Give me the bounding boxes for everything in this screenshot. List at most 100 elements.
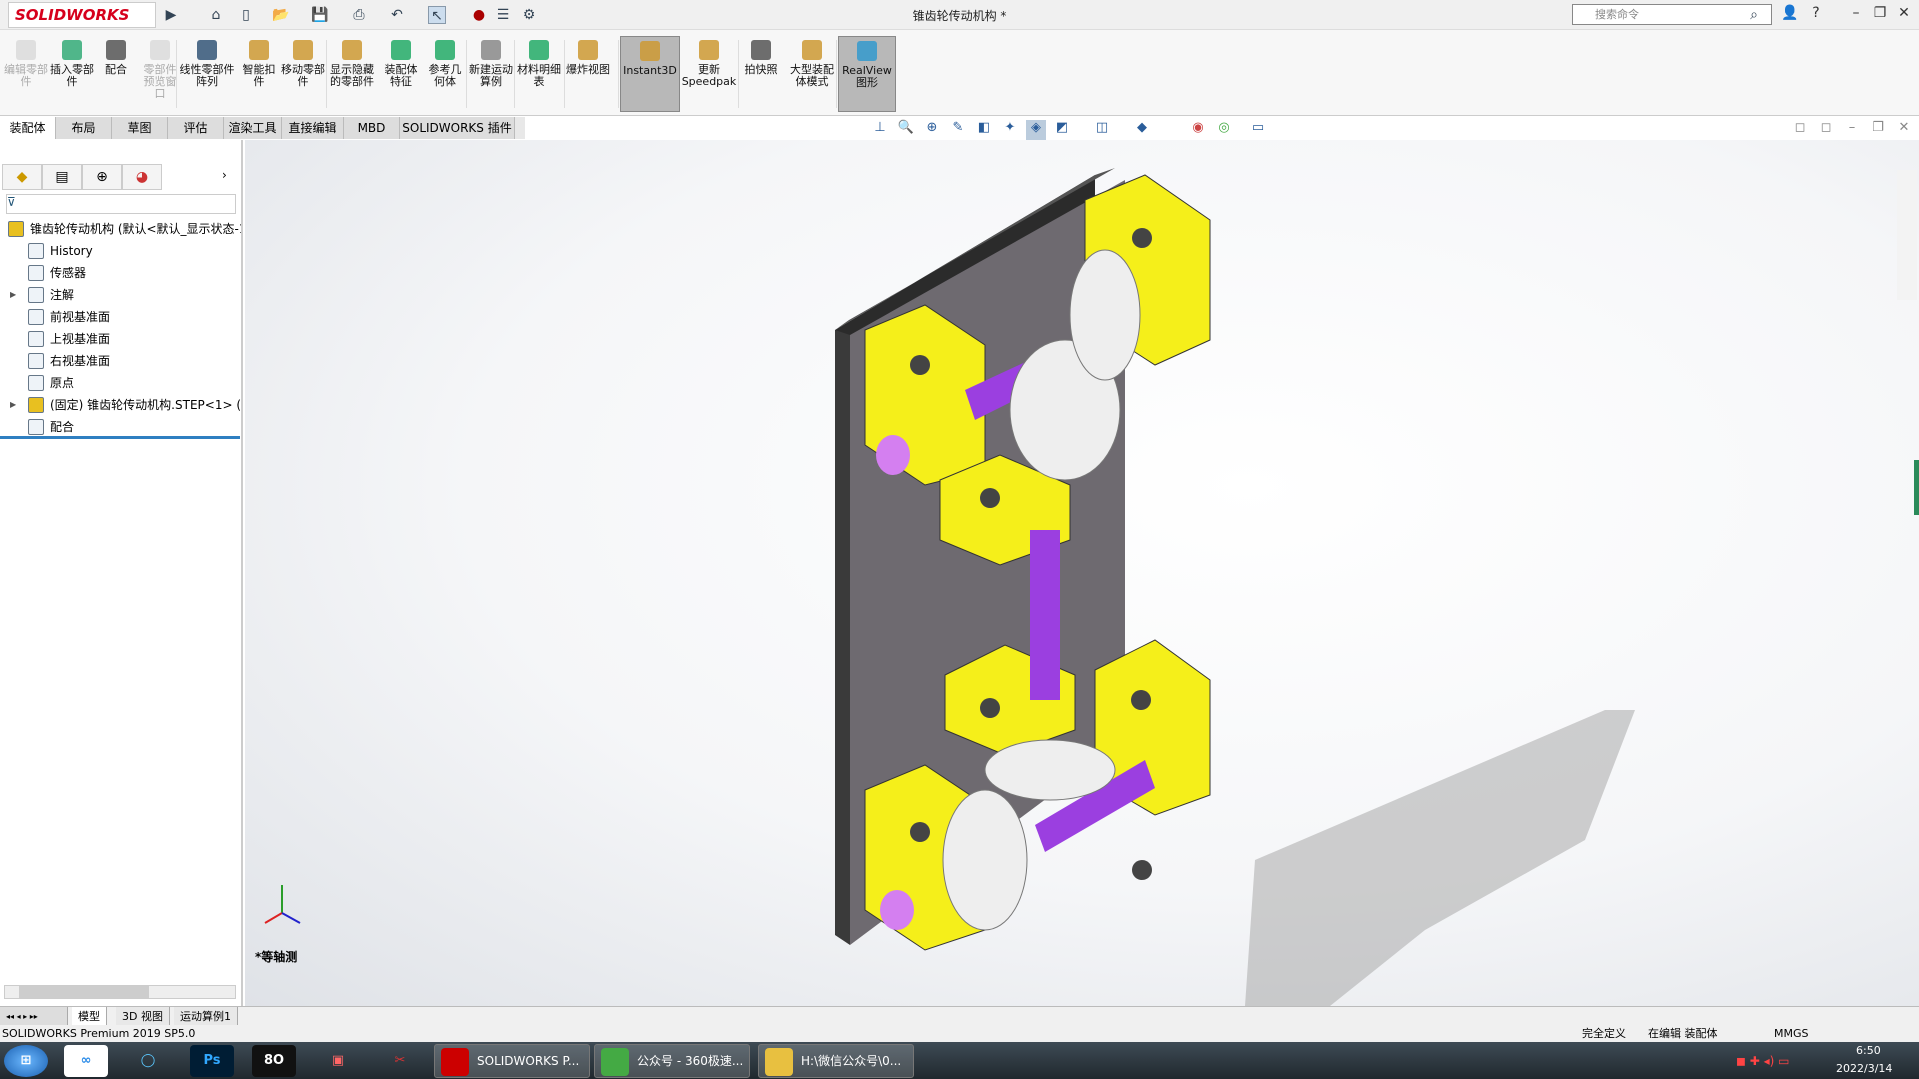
zoom-to-fit-icon[interactable]: 🔍	[896, 120, 916, 140]
tab-3[interactable]: 评估	[168, 117, 224, 139]
taskbar-window-2[interactable]: H:\微信公众号\0...	[758, 1044, 914, 1078]
tab-7[interactable]: SOLIDWORKS 插件	[400, 117, 515, 139]
app-icon-cloud[interactable]: ∞	[64, 1045, 108, 1077]
undo-icon[interactable]: ↶	[388, 6, 406, 24]
expand-arrow-icon[interactable]: ▶	[10, 394, 16, 416]
ribbon-button-16[interactable]: 大型装配体模式	[788, 36, 836, 112]
units-selector[interactable]: MMGS	[1774, 1025, 1809, 1042]
zoom-area-icon[interactable]: ⊕	[922, 120, 942, 140]
graphics-area[interactable]: *等轴测	[245, 140, 1919, 1010]
display-style-icon[interactable]: ◩	[1052, 120, 1072, 140]
ribbon-button-14[interactable]: 更新Speedpak	[680, 36, 738, 112]
bottom-tab-0[interactable]: 模型	[72, 1007, 107, 1026]
ribbon-button-8[interactable]: 装配体特征	[380, 36, 422, 112]
display-manager-tab[interactable]: ◕	[122, 164, 162, 190]
tab-2[interactable]: 草图	[112, 117, 168, 139]
start-button[interactable]: ⊞	[4, 1045, 48, 1077]
select-icon[interactable]: ↖	[428, 6, 446, 24]
tree-item[interactable]: 原点	[0, 372, 241, 394]
ribbon-button-13[interactable]: Instant3D	[620, 36, 680, 112]
ribbon-button-10[interactable]: 新建运动算例	[468, 36, 514, 112]
ribbon-button-5[interactable]: 智能扣件	[240, 36, 278, 112]
ribbon-button-9[interactable]: 参考几何体	[424, 36, 466, 112]
viewport-restore-icon[interactable]: ❐	[1868, 120, 1888, 140]
search-input[interactable]: 搜索命令	[1572, 4, 1772, 25]
tree-item[interactable]: History	[0, 240, 241, 262]
tree-item[interactable]: ▶ 注解	[0, 284, 241, 306]
tab-4[interactable]: 渲染工具	[224, 117, 282, 139]
property-manager-tab[interactable]: ▤	[42, 164, 82, 190]
close-button[interactable]: ✕	[1894, 5, 1914, 21]
home-icon[interactable]: ⌂	[207, 6, 225, 24]
tree-item[interactable]: 配合	[0, 416, 241, 438]
viewport-minimize-icon[interactable]: –	[1842, 120, 1862, 140]
feature-manager-tab[interactable]: ◆	[2, 164, 42, 190]
minimize-button[interactable]: –	[1846, 5, 1866, 21]
apply-scene-icon[interactable]: ◉	[1188, 120, 1208, 140]
horizontal-scrollbar[interactable]	[4, 985, 236, 999]
app-icon-ok[interactable]: 8O	[252, 1045, 296, 1077]
dynamic-annotation-icon[interactable]: ✦	[1000, 120, 1020, 140]
app-icon-files[interactable]: ▣	[316, 1045, 360, 1077]
bottom-tab-2[interactable]: 运动算例1	[174, 1007, 238, 1026]
help-icon[interactable]: ?	[1806, 5, 1826, 21]
tree-item[interactable]: 右视基准面	[0, 350, 241, 372]
ribbon-button-15[interactable]: 拍快照	[740, 36, 782, 112]
ribbon-button-2[interactable]: 配合	[98, 36, 134, 112]
tab-6[interactable]: MBD	[344, 117, 400, 139]
tree-item[interactable]: 前视基准面	[0, 306, 241, 328]
tree-item[interactable]: 传感器	[0, 262, 241, 284]
save-icon[interactable]: 💾	[311, 6, 329, 24]
ribbon-button-7[interactable]: 显示隐藏的零部件	[328, 36, 376, 112]
section-view-icon[interactable]: ◧	[974, 120, 994, 140]
solidworks-logo[interactable]: SOLIDWORKS	[8, 2, 156, 28]
ribbon-button-1[interactable]: 插入零部件	[50, 36, 94, 112]
tile-icon[interactable]: ◻	[1790, 120, 1810, 140]
new-file-icon[interactable]: ▯	[237, 6, 255, 24]
user-icon[interactable]: 👤	[1780, 5, 1800, 21]
tray-icons[interactable]: ◼ ✚ ◂) ▭	[1736, 1054, 1790, 1068]
traffic-light-icon[interactable]: ●	[470, 6, 488, 24]
expand-arrow-icon[interactable]: ▶	[10, 284, 16, 306]
search-icon[interactable]: ⌕	[1745, 6, 1763, 24]
tree-item[interactable]: ▶ (固定) 锥齿轮传动机构.STEP<1> (默认)	[0, 394, 241, 416]
ribbon-button-11[interactable]: 材料明细表	[516, 36, 562, 112]
previous-view-icon[interactable]: ✎	[948, 120, 968, 140]
view-cube-icon[interactable]: ◈	[1026, 120, 1046, 140]
tab-scroll-arrows[interactable]: ◂◂ ◂ ▸ ▸▸	[0, 1007, 68, 1026]
print-icon[interactable]: ⎙	[350, 6, 368, 24]
viewport-close-icon[interactable]: ✕	[1894, 120, 1914, 140]
ribbon-button-17[interactable]: RealView图形	[838, 36, 896, 112]
ribbon-button-6[interactable]: 移动零部件	[280, 36, 326, 112]
task-pane-tabs[interactable]	[1897, 170, 1917, 300]
tree-item[interactable]: 上视基准面	[0, 328, 241, 350]
options-list-icon[interactable]: ☰	[494, 6, 512, 24]
display-icon[interactable]: ▭	[1248, 120, 1268, 140]
gear-icon[interactable]: ⚙	[520, 6, 538, 24]
tab-5[interactable]: 直接编辑	[282, 117, 344, 139]
tree-item[interactable]: 锥齿轮传动机构 (默认<默认_显示状态-1>)	[0, 218, 241, 240]
taskbar-window-0[interactable]: SOLIDWORKS P...	[434, 1044, 590, 1078]
panel-expand-icon[interactable]: ›	[222, 168, 227, 182]
open-icon[interactable]: 📂	[272, 6, 290, 24]
edit-appearance-icon[interactable]: ◆	[1132, 120, 1152, 140]
configuration-manager-tab[interactable]: ⊕	[82, 164, 122, 190]
tile-right-icon[interactable]: ◻	[1816, 120, 1836, 140]
tree-filter[interactable]: ⊽	[6, 194, 236, 214]
view-orientation-icon[interactable]: ⊥	[870, 120, 890, 140]
bottom-tab-1[interactable]: 3D 视图	[116, 1007, 170, 1026]
taskbar-window-1[interactable]: 公众号 - 360极速...	[594, 1044, 750, 1078]
ribbon-button-3[interactable]: 零部件预览窗口	[140, 36, 180, 112]
app-icon-snip[interactable]: ✂	[378, 1045, 422, 1077]
rollback-bar[interactable]	[0, 436, 240, 439]
ribbon-button-4[interactable]: 线性零部件阵列	[178, 36, 236, 112]
app-icon-browser[interactable]: ◯	[126, 1045, 170, 1077]
restore-button[interactable]: ❐	[1870, 5, 1890, 21]
view-settings-icon[interactable]: ◎	[1214, 120, 1234, 140]
ribbon-button-0[interactable]: 编辑零部件	[4, 36, 48, 112]
tab-0[interactable]: 装配体	[0, 117, 56, 139]
hide-show-icon[interactable]: ◫	[1092, 120, 1112, 140]
task-pane-scroll[interactable]	[1914, 460, 1919, 515]
ribbon-button-12[interactable]: 爆炸视图	[566, 36, 610, 112]
photoshop-icon[interactable]: Ps	[190, 1045, 234, 1077]
